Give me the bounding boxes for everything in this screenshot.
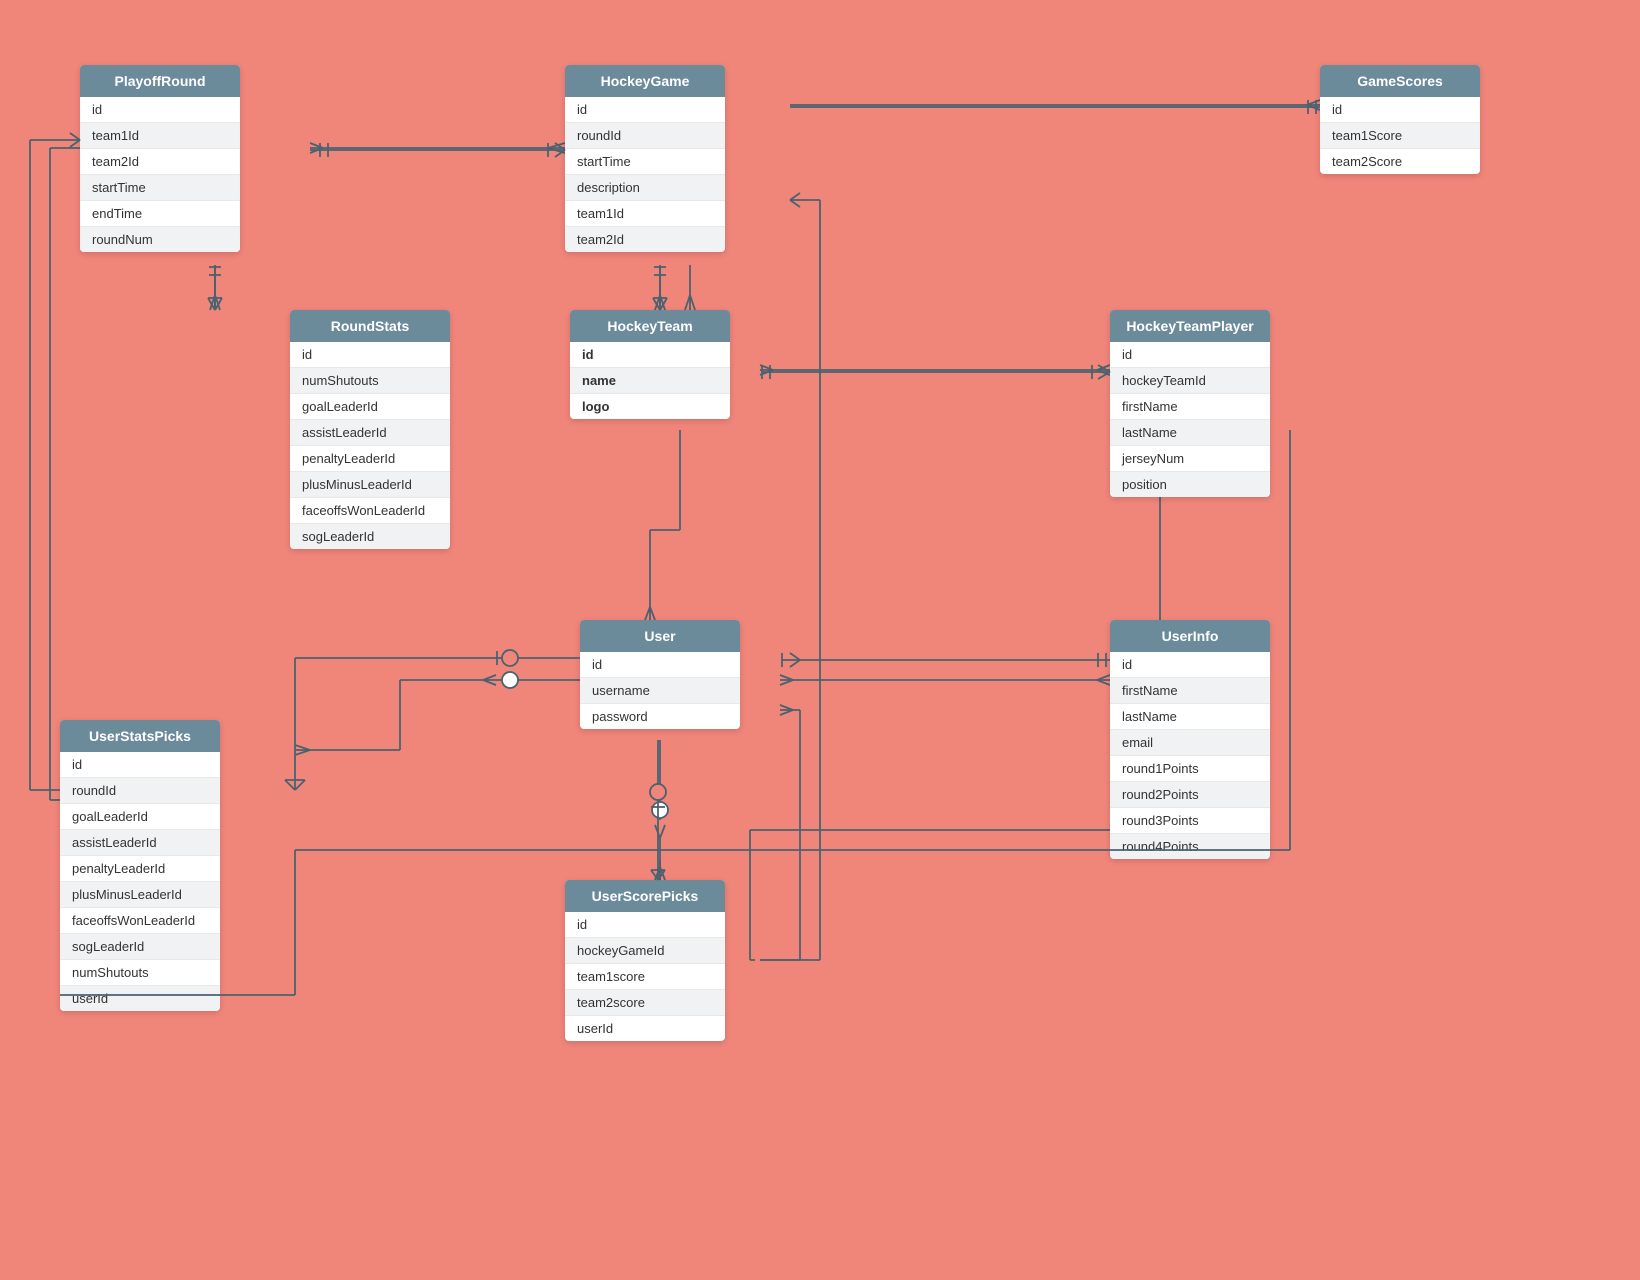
field-team2Id: team2Id xyxy=(565,227,725,252)
field-lastName: lastName xyxy=(1110,420,1270,446)
field-team1Id: team1Id xyxy=(80,123,240,149)
table-UserInfo: UserInfo id firstName lastName email rou… xyxy=(1110,620,1270,859)
field-numShutouts: numShutouts xyxy=(290,368,450,394)
field-email: email xyxy=(1110,730,1270,756)
field-id: id xyxy=(60,752,220,778)
field-id: id xyxy=(1110,652,1270,678)
field-userId: userId xyxy=(565,1016,725,1041)
table-header-GameScores: GameScores xyxy=(1320,65,1480,97)
table-RoundStats: RoundStats id numShutouts goalLeaderId a… xyxy=(290,310,450,549)
table-header-HockeyTeam: HockeyTeam xyxy=(570,310,730,342)
field-team1Id: team1Id xyxy=(565,201,725,227)
field-id: id xyxy=(290,342,450,368)
field-sogLeaderId: sogLeaderId xyxy=(290,524,450,549)
table-header-UserScorePicks: UserScorePicks xyxy=(565,880,725,912)
field-startTime: startTime xyxy=(80,175,240,201)
field-faceoffsWonLeaderId: faceoffsWonLeaderId xyxy=(290,498,450,524)
connections-svg xyxy=(0,0,1640,1280)
field-round3Points: round3Points xyxy=(1110,808,1270,834)
field-round4Points: round4Points xyxy=(1110,834,1270,859)
field-round1Points: round1Points xyxy=(1110,756,1270,782)
field-faceoffsWonLeaderId: faceoffsWonLeaderId xyxy=(60,908,220,934)
field-endTime: endTime xyxy=(80,201,240,227)
field-id: id xyxy=(565,912,725,938)
field-roundId: roundId xyxy=(565,123,725,149)
field-firstName: firstName xyxy=(1110,394,1270,420)
field-userId: userId xyxy=(60,986,220,1011)
field-id: id xyxy=(580,652,740,678)
table-GameScores: GameScores id team1Score team2Score xyxy=(1320,65,1480,174)
field-logo: logo xyxy=(570,394,730,419)
table-HockeyTeamPlayer: HockeyTeamPlayer id hockeyTeamId firstNa… xyxy=(1110,310,1270,497)
field-jerseyNum: jerseyNum xyxy=(1110,446,1270,472)
field-plusMinusLeaderId: plusMinusLeaderId xyxy=(60,882,220,908)
table-header-UserInfo: UserInfo xyxy=(1110,620,1270,652)
field-penaltyLeaderId: penaltyLeaderId xyxy=(60,856,220,882)
field-username: username xyxy=(580,678,740,704)
er-diagram: PlayoffRound id team1Id team2Id startTim… xyxy=(0,0,1640,1280)
field-hockeyTeamId: hockeyTeamId xyxy=(1110,368,1270,394)
field-assistLeaderId: assistLeaderId xyxy=(60,830,220,856)
field-description: description xyxy=(565,175,725,201)
field-team1score: team1score xyxy=(565,964,725,990)
table-header-User: User xyxy=(580,620,740,652)
field-hockeyGameId: hockeyGameId xyxy=(565,938,725,964)
field-plusMinusLeaderId: plusMinusLeaderId xyxy=(290,472,450,498)
field-id: id xyxy=(570,342,730,368)
field-roundId: roundId xyxy=(60,778,220,804)
field-team1Score: team1Score xyxy=(1320,123,1480,149)
field-goalLeaderId: goalLeaderId xyxy=(60,804,220,830)
field-assistLeaderId: assistLeaderId xyxy=(290,420,450,446)
field-penaltyLeaderId: penaltyLeaderId xyxy=(290,446,450,472)
field-id: id xyxy=(565,97,725,123)
field-team2Score: team2Score xyxy=(1320,149,1480,174)
field-team2score: team2score xyxy=(565,990,725,1016)
field-position: position xyxy=(1110,472,1270,497)
table-header-UserStatsPicks: UserStatsPicks xyxy=(60,720,220,752)
field-sogLeaderId: sogLeaderId xyxy=(60,934,220,960)
table-HockeyTeam: HockeyTeam id name logo xyxy=(570,310,730,419)
connections-detail-svg xyxy=(0,0,1640,1280)
field-startTime: startTime xyxy=(565,149,725,175)
table-header-HockeyTeamPlayer: HockeyTeamPlayer xyxy=(1110,310,1270,342)
field-id: id xyxy=(1320,97,1480,123)
field-firstName: firstName xyxy=(1110,678,1270,704)
field-numShutouts: numShutouts xyxy=(60,960,220,986)
field-id: id xyxy=(80,97,240,123)
table-header-PlayoffRound: PlayoffRound xyxy=(80,65,240,97)
table-HockeyGame: HockeyGame id roundId startTime descript… xyxy=(565,65,725,252)
table-UserStatsPicks: UserStatsPicks id roundId goalLeaderId a… xyxy=(60,720,220,1011)
field-lastName: lastName xyxy=(1110,704,1270,730)
table-header-RoundStats: RoundStats xyxy=(290,310,450,342)
field-roundNum: roundNum xyxy=(80,227,240,252)
field-team2Id: team2Id xyxy=(80,149,240,175)
table-header-HockeyGame: HockeyGame xyxy=(565,65,725,97)
table-User: User id username password xyxy=(580,620,740,729)
field-password: password xyxy=(580,704,740,729)
table-UserScorePicks: UserScorePicks id hockeyGameId team1scor… xyxy=(565,880,725,1041)
field-round2Points: round2Points xyxy=(1110,782,1270,808)
field-name: name xyxy=(570,368,730,394)
table-PlayoffRound: PlayoffRound id team1Id team2Id startTim… xyxy=(80,65,240,252)
field-goalLeaderId: goalLeaderId xyxy=(290,394,450,420)
field-id: id xyxy=(1110,342,1270,368)
